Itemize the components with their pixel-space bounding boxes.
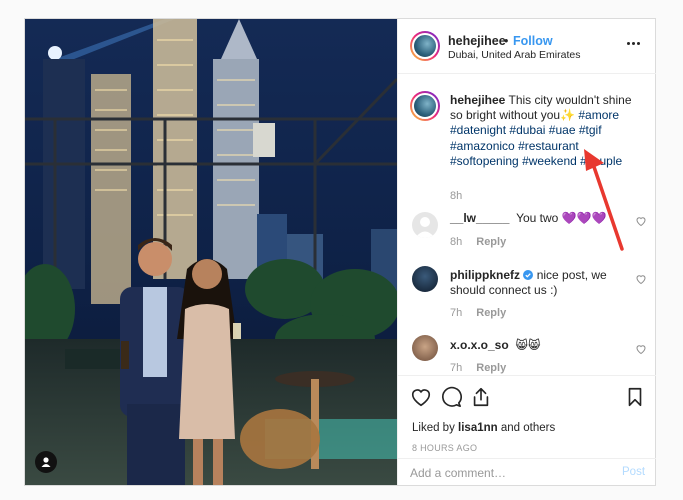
post-photo[interactable] — [25, 19, 397, 485]
reply-button[interactable]: Reply — [476, 362, 506, 374]
hashtag[interactable]: #weekend — [522, 154, 577, 168]
photo-scene — [25, 19, 397, 485]
verified-badge-icon — [523, 270, 534, 280]
comment-avatar[interactable] — [412, 212, 438, 238]
comment-like-heart-icon[interactable] — [635, 343, 647, 355]
post-side-panel: hehejihee • Follow Dubai, United Arab Em… — [397, 19, 656, 485]
reply-button[interactable]: Reply — [476, 236, 506, 248]
post-comment-button[interactable]: Post — [622, 466, 645, 478]
bookmark-icon[interactable] — [624, 386, 646, 408]
comment-meta: 8h Reply — [450, 236, 506, 248]
user-tag-icon[interactable] — [35, 451, 57, 473]
comment-icon[interactable] — [440, 386, 462, 408]
add-comment-input[interactable] — [410, 465, 600, 481]
comments-list[interactable]: hehejihee This city wouldn't shine so br… — [398, 75, 656, 375]
comment-text: philippknefz nice post, we should connec… — [450, 268, 632, 298]
post-timestamp[interactable]: 8 HOURS AGO — [412, 443, 477, 453]
likes-suffix: and others — [500, 422, 556, 434]
hashtag[interactable]: #restaurant — [518, 139, 579, 153]
comment-body: 😸😸 — [515, 338, 541, 352]
sparkle-emoji: ✨ — [560, 108, 576, 123]
comment-meta: 7h Reply — [450, 362, 506, 374]
likes-summary[interactable]: Liked by lisa1nn and others — [412, 422, 555, 434]
post-card: hehejihee • Follow Dubai, United Arab Em… — [24, 18, 656, 486]
post-header: hehejihee • Follow Dubai, United Arab Em… — [398, 19, 656, 74]
add-comment-bar: Post — [398, 458, 656, 486]
comment-avatar[interactable] — [412, 335, 438, 361]
comment-time: 7h — [450, 307, 463, 319]
reply-button[interactable]: Reply — [476, 307, 506, 319]
comment-like-heart-icon[interactable] — [635, 273, 647, 285]
hashtag[interactable]: #datenight — [450, 123, 506, 137]
comment-username[interactable]: philippknefz — [450, 268, 520, 282]
comment-text: x.o.x.o_so 😸😸 — [450, 338, 632, 353]
caption-avatar[interactable] — [410, 91, 440, 121]
separator-dot: • — [504, 34, 509, 48]
hashtag[interactable]: #dubai — [509, 123, 545, 137]
likes-user[interactable]: lisa1nn — [458, 422, 498, 434]
post-actions: Liked by lisa1nn and others 8 HOURS AGO … — [398, 375, 656, 485]
hashtag[interactable]: #uae — [549, 123, 576, 137]
comment-username[interactable]: x.o.x.o_so — [450, 338, 509, 352]
author-username[interactable]: hehejihee — [448, 34, 506, 48]
hashtag[interactable]: #amore — [578, 108, 619, 122]
follow-button[interactable]: Follow — [513, 34, 553, 48]
caption-username[interactable]: hehejihee — [450, 93, 505, 107]
more-options-icon[interactable] — [622, 35, 644, 51]
hashtag[interactable]: #softopening — [450, 154, 519, 168]
comment-time: 8h — [450, 236, 463, 248]
hashtag[interactable]: #tgif — [579, 123, 602, 137]
comment-time: 7h — [450, 362, 463, 374]
author-avatar[interactable] — [410, 31, 440, 61]
caption-time: 8h — [450, 190, 463, 202]
comment-username[interactable]: __lw_____ — [450, 211, 509, 225]
hashtag[interactable]: #amazonico — [450, 139, 515, 153]
red-arrow-annotation — [584, 149, 624, 251]
caption-meta: 8h — [450, 190, 462, 202]
share-icon[interactable] — [470, 386, 492, 408]
location-link[interactable]: Dubai, United Arab Emirates — [448, 49, 580, 61]
comment-avatar[interactable] — [412, 266, 438, 292]
heart-icon[interactable] — [410, 386, 432, 408]
comment-meta: 7h Reply — [450, 307, 506, 319]
likes-prefix: Liked by — [412, 422, 455, 434]
